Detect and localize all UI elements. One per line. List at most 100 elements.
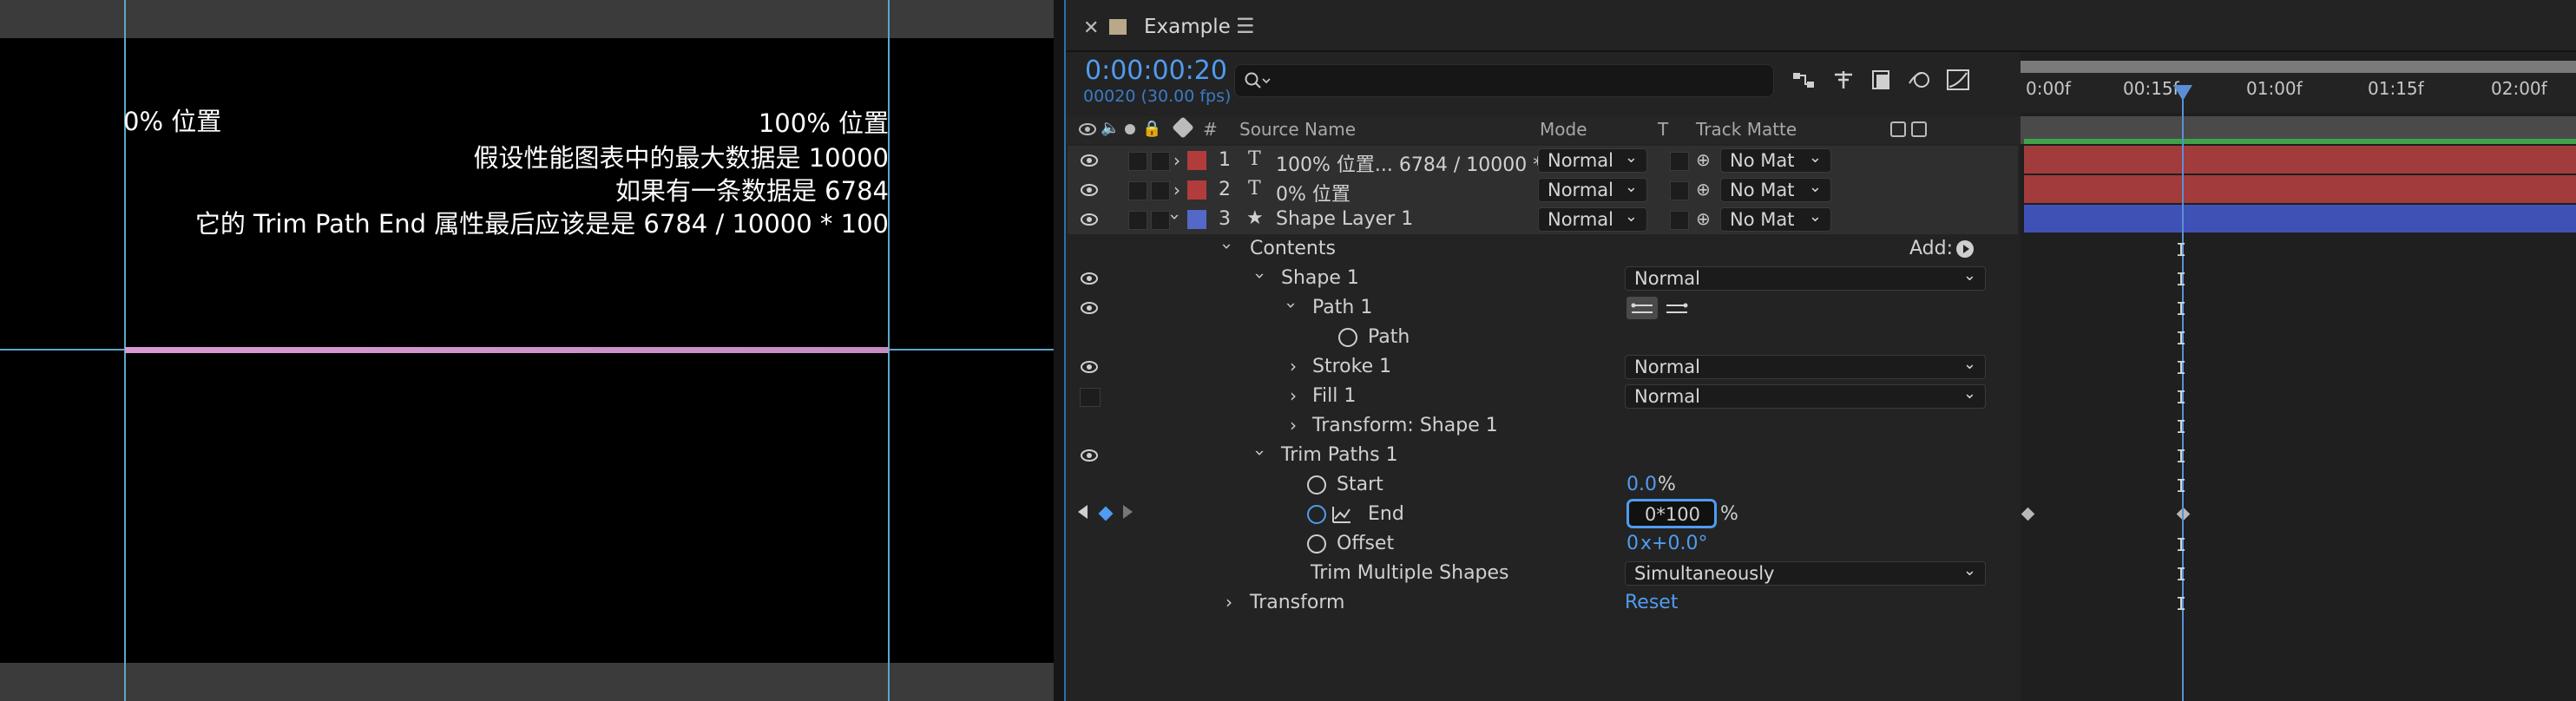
video-column-eye-icon[interactable] [1078,121,1097,137]
expand-chevron-icon[interactable]: › [1173,180,1180,200]
trim-paths1-row[interactable]: › Trim Paths 1 [1068,441,2018,470]
layer-mode-dropdown[interactable]: Normal ⌄ [1538,207,1647,232]
visibility-toggle-off[interactable] [1080,388,1101,407]
close-tab-icon[interactable]: ✕ [1083,17,1099,39]
lock-column-icon[interactable]: 🔒 [1142,120,1161,138]
panel-separator[interactable] [1054,0,1064,701]
collapse-chevron-icon[interactable]: › [1250,272,1271,279]
path-direction-button[interactable] [1626,297,1658,319]
matte-link-icon[interactable]: ⊕ [1696,179,1711,200]
composition-mini-flowchart-icon[interactable] [1790,66,1817,94]
trim-offset-revolutions[interactable]: 0 [1626,533,1639,554]
contents-row[interactable]: › Contents Add: [1068,234,2018,264]
transform-reset-link[interactable]: Reset [1625,592,1678,613]
trim-end-row[interactable]: End 0*100 % [1068,499,2018,529]
trim-start-value[interactable]: 0.0 [1626,474,1657,495]
expression-graph-icon[interactable] [1331,505,1352,524]
path-row[interactable]: Path [1068,323,2018,352]
layer-name[interactable]: Shape Layer 1 [1276,208,1413,230]
expand-chevron-icon[interactable]: › [1290,415,1297,436]
matte-link-icon[interactable]: ⊕ [1696,149,1711,170]
visibility-eye-icon[interactable] [1080,210,1099,229]
preserve-transparency-switch[interactable] [1670,211,1689,230]
lock-switch[interactable] [1151,152,1170,171]
motion-blur-icon[interactable] [1906,66,1934,94]
solo-switch[interactable] [1128,211,1147,230]
parent-pick-icon[interactable] [1911,121,1927,137]
collapse-chevron-icon[interactable]: › [1217,243,1238,250]
stopwatch-icon[interactable] [1307,475,1326,495]
trim-end-value-input[interactable]: 0*100 [1626,499,1717,528]
add-keyframe-icon[interactable] [1098,506,1114,521]
track-matte-dropdown[interactable]: No Mat ⌄ [1720,148,1831,173]
lock-switch[interactable] [1151,181,1170,200]
stopwatch-active-icon[interactable] [1307,505,1326,524]
layer-row-1[interactable]: › 1 T 100% 位置... 6784 / 10000 * 100 Norm… [1068,146,2018,176]
visibility-eye-icon[interactable] [1080,151,1099,170]
preserve-transparency-switch[interactable] [1670,152,1689,171]
preserve-transparency-switch[interactable] [1670,181,1689,200]
track-matte-dropdown[interactable]: No Mat ⌄ [1720,207,1831,232]
transform-shape1-row[interactable]: › Transform: Shape 1 [1068,411,2018,441]
frame-blending-icon[interactable] [1868,66,1896,94]
fill1-row[interactable]: › Fill 1 Normal ⌄ [1068,382,2018,411]
column-mode[interactable]: Mode [1540,119,1587,140]
path-direction-reverse-button[interactable] [1661,297,1692,319]
collapse-chevron-icon[interactable]: › [1165,213,1186,220]
label-color-swatch[interactable] [1187,210,1206,229]
trim-offset-degrees[interactable]: x+0.0° [1640,533,1707,554]
comp-tab-name[interactable]: Example [1144,16,1231,38]
collapse-chevron-icon[interactable]: › [1281,302,1302,309]
trim-multiple-row[interactable]: Trim Multiple Shapes Simultaneously ⌄ [1068,559,2018,588]
work-area-bar[interactable] [2021,61,2576,73]
fill1-mode-dropdown[interactable]: Normal ⌄ [1625,384,1986,409]
expand-chevron-icon[interactable]: › [1226,592,1232,613]
composition-viewer[interactable]: 0% 位置 100% 位置 假设性能图表中的最大数据是 10000 如果有一条数… [0,0,1054,701]
visibility-eye-icon[interactable] [1080,446,1099,465]
audio-column-speaker-icon[interactable]: 🔈 [1101,119,1120,137]
matte-link-icon[interactable]: ⊕ [1696,208,1711,229]
stroke1-mode-dropdown[interactable]: Normal ⌄ [1625,355,1986,379]
track-matte-dropdown[interactable]: No Mat ⌄ [1720,178,1831,202]
column-track-matte[interactable]: Track Matte [1696,119,1797,140]
playhead-handle[interactable] [2173,85,2192,101]
visibility-eye-icon[interactable] [1080,180,1099,200]
stopwatch-icon[interactable] [1338,328,1357,347]
layer-bar-3[interactable] [2024,205,2576,233]
label-color-swatch[interactable] [1187,151,1206,170]
layer-row-3[interactable]: › 3 ★ Shape Layer 1 Normal ⌄ ⊕ No Mat ⌄ [1068,205,2018,234]
visibility-eye-icon[interactable] [1080,269,1099,288]
draft-3d-icon[interactable] [1830,66,1857,94]
shape1-mode-dropdown[interactable]: Normal ⌄ [1625,266,1986,291]
solo-switch[interactable] [1128,181,1147,200]
layer-row-2[interactable]: › 2 T 0% 位置 Normal ⌄ ⊕ No Mat ⌄ [1068,175,2018,206]
label-color-swatch[interactable] [1187,180,1206,200]
transform-row[interactable]: › Transform Reset [1068,588,2018,618]
column-number[interactable]: # [1203,119,1218,140]
path1-row[interactable]: › Path 1 [1068,293,2018,323]
trim-start-row[interactable]: Start 0.0 % [1068,470,2018,500]
layer-mode-dropdown[interactable]: Normal ⌄ [1538,148,1647,173]
visibility-eye-icon[interactable] [1080,298,1099,318]
visibility-eye-icon[interactable] [1080,357,1099,377]
graph-editor-icon[interactable] [1944,66,1972,94]
solo-column-icon[interactable] [1125,124,1135,134]
layer-name[interactable]: 0% 位置 [1276,179,1350,206]
layer-bar-1[interactable] [2024,146,2576,174]
expand-chevron-icon[interactable]: › [1290,356,1297,377]
layer-mode-dropdown[interactable]: Normal ⌄ [1538,178,1647,202]
solo-switch[interactable] [1128,152,1147,171]
column-source-name[interactable]: Source Name [1239,119,1356,140]
shape1-row[interactable]: › Shape 1 Normal ⌄ [1068,264,2018,293]
collapse-chevron-icon[interactable]: › [1250,449,1271,456]
expand-chevron-icon[interactable]: › [1173,150,1180,171]
stopwatch-icon[interactable] [1307,534,1326,554]
matte-mode-icon[interactable] [1890,121,1906,137]
previous-keyframe-icon[interactable] [1078,505,1088,519]
expand-chevron-icon[interactable]: › [1290,385,1297,406]
column-t[interactable]: T [1658,119,1668,140]
trim-offset-row[interactable]: Offset 0 x+0.0° [1068,529,2018,559]
layer-search-input[interactable] [1234,64,1774,97]
trim-multiple-dropdown[interactable]: Simultaneously ⌄ [1625,561,1986,586]
current-timecode[interactable]: 0:00:00:20 [1085,56,1227,86]
